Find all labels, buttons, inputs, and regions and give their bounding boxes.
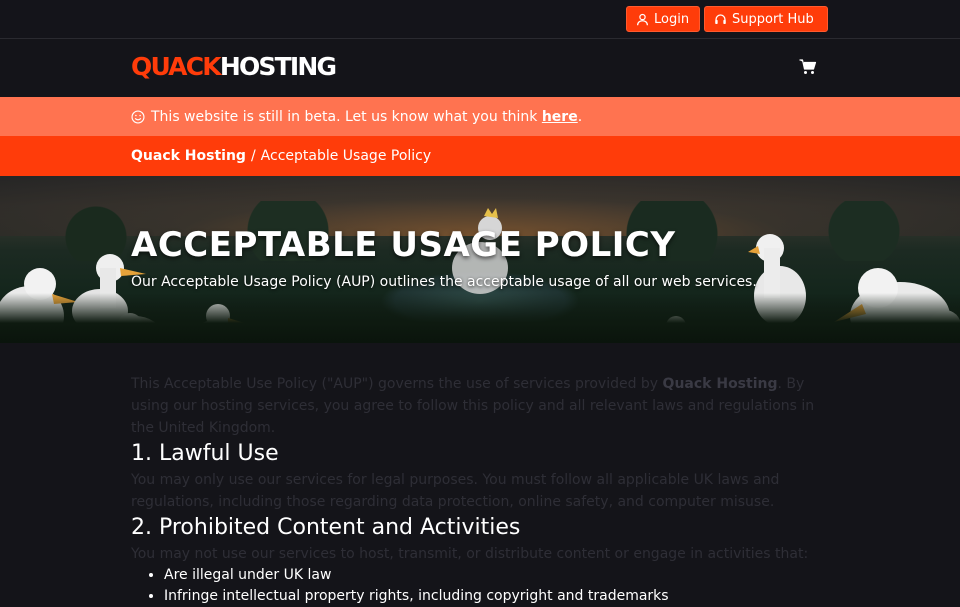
logo-text-quack: QUACK xyxy=(131,52,222,81)
list-item: Infringe intellectual property rights, i… xyxy=(164,586,831,607)
page-title: ACCEPTABLE USAGE POLICY xyxy=(131,225,676,265)
main-navbar: QUACKHOSTING xyxy=(0,39,960,97)
beta-banner: This website is still in beta. Let us kn… xyxy=(0,97,960,136)
beta-text: This website is still in beta. Let us kn… xyxy=(151,109,582,125)
top-bar: Login Support Hub xyxy=(0,0,960,39)
section-2-heading: 2. Prohibited Content and Activities xyxy=(131,515,521,540)
list-item: Are illegal under UK law xyxy=(164,565,831,586)
headset-icon xyxy=(715,13,726,24)
section-1-heading: 1. Lawful Use xyxy=(131,441,279,466)
beta-feedback-link[interactable]: here xyxy=(542,109,578,125)
beta-period: . xyxy=(577,108,583,125)
breadcrumb-separator: / xyxy=(250,148,256,164)
intro-paragraph: This Acceptable Use Policy ("AUP") gover… xyxy=(131,373,831,439)
prohibited-list: Are illegal under UK law Infringe intell… xyxy=(131,565,831,607)
brand-logo[interactable]: QUACKHOSTING xyxy=(131,52,337,82)
policy-content: This Acceptable Use Policy ("AUP") gover… xyxy=(131,373,831,607)
login-label: Login xyxy=(654,11,690,27)
breadcrumb-current: Acceptable Usage Policy xyxy=(260,148,432,164)
cart-icon[interactable] xyxy=(799,59,817,75)
logo-text-hosting: HOSTING xyxy=(219,52,337,81)
section-2-text: You may not use our services to host, tr… xyxy=(131,546,809,562)
hero-grass xyxy=(0,293,960,343)
user-icon xyxy=(637,13,648,25)
breadcrumb-home-link[interactable]: Quack Hosting xyxy=(131,148,246,164)
hero-banner: ACCEPTABLE USAGE POLICY Our Acceptable U… xyxy=(0,176,960,343)
intro-company: Quack Hosting xyxy=(662,376,778,392)
smile-icon xyxy=(131,109,145,124)
section-1-text: You may only use our services for legal … xyxy=(131,472,780,510)
login-button[interactable]: Login xyxy=(626,6,700,32)
beta-message: This website is still in beta. Let us kn… xyxy=(151,108,538,125)
breadcrumb: Quack Hosting / Acceptable Usage Policy xyxy=(0,136,960,176)
intro-text-before: This Acceptable Use Policy ("AUP") gover… xyxy=(131,376,659,392)
support-hub-label: Support Hub xyxy=(732,11,814,27)
page-subtitle: Our Acceptable Usage Policy (AUP) outlin… xyxy=(131,274,757,290)
support-hub-button[interactable]: Support Hub xyxy=(704,6,828,32)
